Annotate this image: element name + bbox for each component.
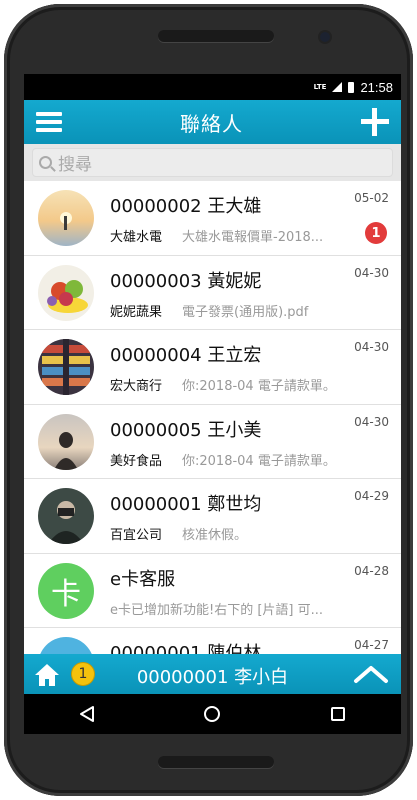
message-date: 05-02 — [354, 191, 389, 205]
contact-row[interactable]: 00000004 王立宏 宏大商行 你:2018-04 電子請款單。 04-30 — [24, 330, 401, 405]
contact-name: 00000001 陳伯林 — [110, 643, 262, 654]
bottom-speaker — [158, 756, 274, 768]
avatar — [38, 190, 94, 246]
chevron-up-icon[interactable] — [353, 664, 389, 684]
signal-icon — [332, 82, 343, 92]
screen: LTE 21:58 聯絡人 搜尋 00000002 王大雄 大雄水電 大雄水電報… — [24, 74, 401, 734]
message-preview: 你:2018-04 電子請款單。 — [182, 453, 336, 469]
contact-company: 宏大商行 — [110, 379, 163, 394]
lte-indicator: LTE — [313, 83, 327, 91]
current-user-label: 00000001 李小白 — [136, 667, 289, 688]
app-bar: 聯絡人 — [24, 100, 401, 144]
contact-row[interactable]: 00000001 陳伯林 04-27 — [24, 628, 401, 654]
message-date: 04-30 — [354, 340, 389, 354]
contact-row[interactable]: 00000005 王小美 美好食品 你:2018-04 電子請款單。 04-30 — [24, 404, 401, 479]
message-preview: e卡已增加新功能!右下的 [片語] 可... — [110, 602, 324, 618]
contact-row[interactable]: 卡 e卡客服 e卡已增加新功能!右下的 [片語] 可... 04-28 — [24, 553, 401, 628]
page-title: 聯絡人 — [180, 111, 243, 136]
battery-icon — [348, 81, 355, 93]
search-placeholder: 搜尋 — [58, 155, 92, 175]
contact-row[interactable]: 00000001 鄭世均 百宜公司 核准休假。 04-29 — [24, 479, 401, 554]
contact-name: 00000003 黃妮妮 — [110, 270, 262, 292]
avatar — [38, 264, 94, 321]
contact-row[interactable]: 00000003 黃妮妮 妮妮蔬果 電子發票(通用版).pdf 04-30 — [24, 255, 401, 330]
front-camera — [320, 32, 330, 42]
unread-badge: 1 — [365, 222, 387, 244]
back-icon[interactable] — [72, 699, 102, 729]
phone-frame: LTE 21:58 聯絡人 搜尋 00000002 王大雄 大雄水電 大雄水電報… — [4, 4, 413, 796]
message-date: 04-29 — [354, 489, 389, 503]
earpiece-speaker — [158, 30, 274, 42]
contact-name: e卡客服 — [110, 568, 176, 590]
contact-company: 大雄水電 — [110, 230, 163, 245]
current-user-bar[interactable]: 1 00000001 李小白 — [24, 654, 401, 694]
menu-icon[interactable] — [36, 112, 62, 132]
contact-name: 00000004 王立宏 — [110, 345, 262, 366]
search-bar: 搜尋 — [24, 144, 401, 181]
status-time: 21:58 — [360, 79, 393, 95]
message-preview: 大雄水電報價單-2018... — [182, 230, 324, 245]
avatar — [38, 413, 94, 470]
avatar — [38, 488, 94, 544]
contact-company: 妮妮蔬果 — [110, 304, 163, 320]
contact-list[interactable]: 00000002 王大雄 大雄水電 大雄水電報價單-2018... 05-02 … — [24, 181, 401, 654]
android-nav-bar — [24, 694, 401, 734]
contact-row[interactable]: 00000002 王大雄 大雄水電 大雄水電報價單-2018... 05-02 … — [24, 181, 401, 256]
message-date: 04-27 — [354, 638, 389, 652]
add-contact-button[interactable] — [361, 108, 389, 136]
message-preview: 核准休假。 — [182, 528, 248, 543]
recent-apps-icon[interactable] — [323, 699, 353, 729]
status-bar: LTE 21:58 — [24, 74, 401, 100]
message-preview: 電子發票(通用版).pdf — [182, 304, 309, 320]
avatar — [38, 637, 94, 654]
message-date: 04-30 — [354, 414, 389, 429]
contact-name: 00000002 王大雄 — [110, 196, 262, 217]
contact-company: 美好食品 — [110, 453, 163, 469]
search-icon — [39, 156, 52, 169]
search-input[interactable]: 搜尋 — [32, 148, 393, 177]
message-date: 04-28 — [354, 563, 389, 578]
message-preview: 你:2018-04 電子請款單。 — [182, 379, 336, 394]
contact-name: 00000005 王小美 — [110, 419, 262, 441]
message-date: 04-30 — [354, 265, 389, 280]
avatar: 卡 — [38, 562, 94, 619]
avatar — [38, 339, 94, 395]
contact-company: 百宜公司 — [110, 528, 163, 543]
contact-name: 00000001 鄭世均 — [110, 494, 262, 515]
nav-home-icon[interactable] — [197, 699, 227, 729]
